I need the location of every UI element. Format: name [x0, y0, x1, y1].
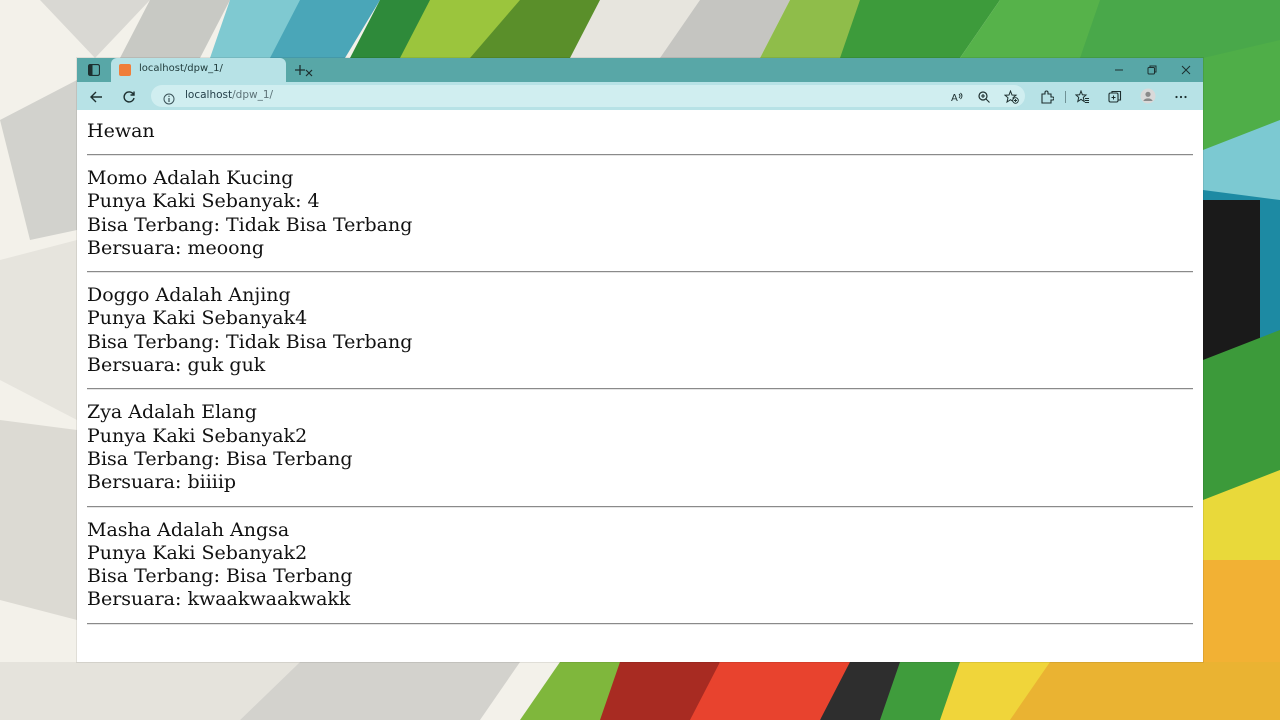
zoom-icon[interactable] — [977, 89, 991, 108]
tab-actions-icon[interactable] — [83, 58, 105, 82]
page-content: Hewan Momo Adalah Kucing Punya Kaki Seba… — [77, 110, 1203, 662]
xampp-favicon-icon — [119, 64, 131, 76]
animal-name: Doggo Adalah Anjing — [87, 284, 291, 307]
collections-icon[interactable] — [1108, 89, 1122, 108]
minimize-button[interactable] — [1107, 58, 1131, 82]
restore-button[interactable] — [1140, 58, 1164, 82]
restore-icon — [1147, 65, 1157, 75]
toolbar: localhost/dpw_1/ A — [77, 82, 1203, 110]
browser-window: localhost/dpw_1/ localhost/dpw_1/ A Hewa… — [77, 58, 1203, 662]
animal-legs: Punya Kaki Sebanyak4 — [87, 307, 308, 330]
animal-sound: Bersuara: kwaakwaakwakk — [87, 588, 351, 611]
animal-fly: Bisa Terbang: Tidak Bisa Terbang — [87, 330, 413, 353]
animal-entry-momo: Momo Adalah Kucing Punya Kaki Sebanyak: … — [87, 167, 1193, 260]
info-icon[interactable] — [163, 90, 175, 109]
close-window-button[interactable] — [1174, 58, 1198, 82]
animal-fly: Bisa Terbang: Bisa Terbang — [87, 565, 353, 588]
animal-fly: Bisa Terbang: Tidak Bisa Terbang — [87, 213, 413, 236]
tab-title: localhost/dpw_1/ — [139, 63, 223, 74]
url-text: localhost/dpw_1/ — [185, 89, 273, 101]
profile-icon[interactable] — [1140, 88, 1156, 108]
animal-sound: Bersuara: meoong — [87, 236, 264, 259]
extensions-icon[interactable] — [1040, 89, 1055, 108]
refresh-icon[interactable] — [122, 89, 136, 108]
close-icon — [1181, 65, 1191, 75]
animal-entry-zya: Zya Adalah Elang Punya Kaki Sebanyak2 Bi… — [87, 401, 1193, 494]
divider — [87, 505, 1193, 508]
divider — [87, 388, 1193, 391]
animal-name: Masha Adalah Angsa — [87, 518, 290, 541]
plus-icon — [295, 65, 305, 75]
divider — [87, 154, 1193, 156]
tab-localhost[interactable]: localhost/dpw_1/ — [111, 58, 313, 82]
new-tab-button[interactable] — [289, 58, 311, 82]
animal-legs: Punya Kaki Sebanyak2 — [87, 424, 308, 447]
title-bar: localhost/dpw_1/ — [77, 58, 1203, 82]
url-path: /dpw_1/ — [232, 89, 274, 101]
address-bar[interactable]: localhost/dpw_1/ A — [151, 85, 1025, 107]
back-arrow-icon[interactable] — [89, 89, 103, 108]
url-host: localhost — [185, 89, 233, 101]
minimize-icon — [1115, 69, 1123, 71]
animal-name: Zya Adalah Elang — [87, 401, 257, 424]
divider — [87, 271, 1193, 274]
svg-text:A: A — [951, 93, 958, 104]
toolbar-divider — [1065, 91, 1066, 103]
animal-entry-masha: Masha Adalah Angsa Punya Kaki Sebanyak2 … — [87, 519, 1193, 612]
add-favorite-icon[interactable] — [1003, 89, 1019, 108]
animal-entry-doggo: Doggo Adalah Anjing Punya Kaki Sebanyak4… — [87, 284, 1193, 377]
animal-legs: Punya Kaki Sebanyak2 — [87, 541, 308, 564]
animal-legs: Punya Kaki Sebanyak: 4 — [87, 190, 320, 213]
divider — [87, 622, 1193, 625]
animal-sound: Bersuara: biiiip — [87, 471, 237, 494]
favorites-icon[interactable] — [1074, 89, 1090, 108]
more-icon[interactable] — [1174, 89, 1188, 108]
animal-name: Momo Adalah Kucing — [87, 167, 294, 189]
read-aloud-icon[interactable]: A — [950, 89, 964, 108]
animal-sound: Bersuara: guk guk — [87, 354, 266, 377]
page-title: Hewan — [87, 120, 155, 142]
animal-fly: Bisa Terbang: Bisa Terbang — [87, 447, 353, 470]
